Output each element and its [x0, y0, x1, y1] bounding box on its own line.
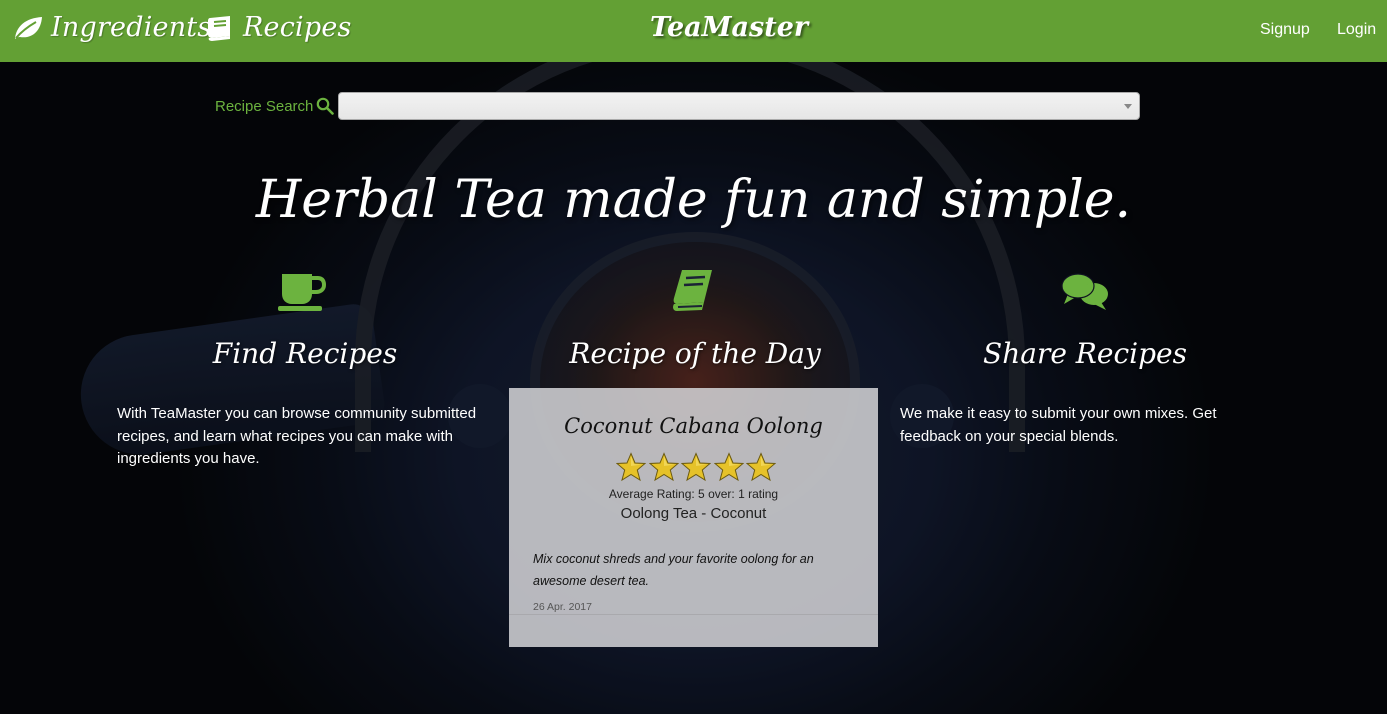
star-icon: [681, 452, 711, 482]
card-divider: [509, 614, 878, 615]
find-recipes-heading: Find Recipes: [212, 337, 398, 370]
book-icon: [208, 15, 230, 41]
top-navbar: Ingredients Recipes TeaMaster Signup Log…: [0, 0, 1387, 62]
signup-link[interactable]: Signup: [1260, 21, 1310, 39]
recipe-search-label: Recipe Search: [215, 97, 335, 115]
share-recipes-text: We make it easy to submit your own mixes…: [900, 405, 1217, 445]
star-icon: [746, 452, 776, 482]
recipe-search-select[interactable]: [338, 92, 1140, 120]
nav-recipes-label: Recipes: [243, 12, 352, 43]
brand-logo[interactable]: TeaMaster: [650, 12, 808, 43]
recipe-subtitle: Oolong Tea - Coconut: [620, 505, 767, 522]
recipe-of-the-day-card[interactable]: Coconut Cabana Oolong Average Rating: 5 …: [509, 388, 878, 647]
hero-title: Herbal Tea made fun and simple.: [255, 170, 1132, 230]
recipe-name[interactable]: Coconut Cabana Oolong: [509, 414, 878, 438]
star-rating: [616, 452, 776, 484]
search-icon: [317, 97, 335, 115]
star-icon: [648, 452, 679, 482]
comments-icon: [1061, 273, 1108, 310]
login-link[interactable]: Login: [1337, 21, 1376, 39]
recipe-search-label-text: Recipe Search: [215, 97, 314, 115]
star-icon: [713, 452, 744, 482]
nav-ingredients-label: Ingredients: [51, 12, 212, 43]
leaf-icon: [15, 16, 42, 39]
nav-ingredients-link[interactable]: Ingredients: [12, 12, 211, 43]
share-recipes-heading: Share Recipes: [983, 337, 1187, 370]
recipe-date: 26 Apr. 2017: [533, 601, 592, 613]
recipe-description: Mix coconut shreds and your favorite ool…: [533, 552, 814, 588]
nav-recipes-link[interactable]: Recipes: [204, 12, 352, 43]
star-icon: [616, 452, 646, 482]
find-recipes-text: With TeaMaster you can browse community …: [117, 405, 477, 467]
book-icon: [673, 270, 712, 311]
recipe-of-the-day-heading: Recipe of the Day: [569, 337, 821, 370]
average-rating-text: Average Rating: 5 over: 1 rating: [608, 487, 779, 501]
coffee-cup-icon: [278, 274, 326, 311]
chevron-down-icon[interactable]: [1124, 104, 1132, 109]
